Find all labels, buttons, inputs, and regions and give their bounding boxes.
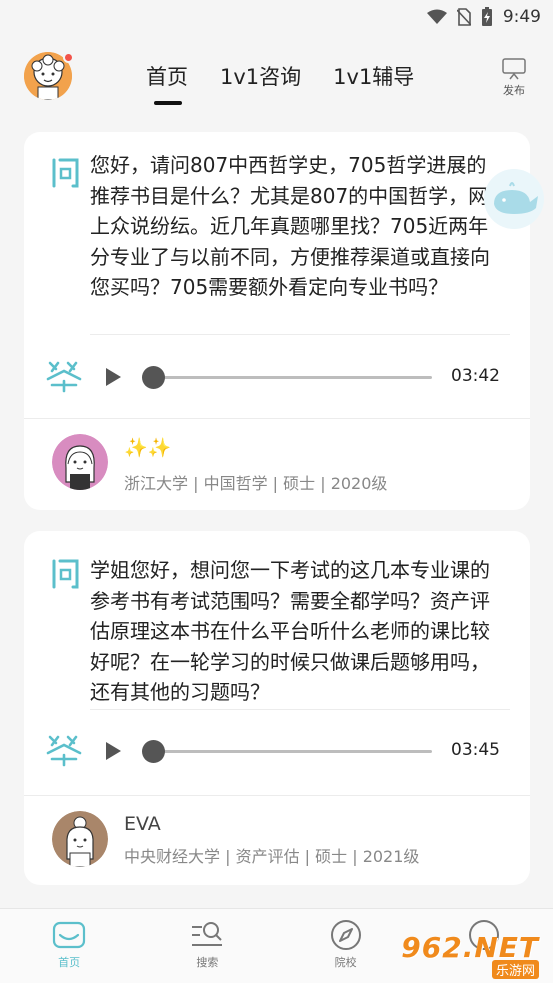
site-watermark-logo: 962.NET 乐游网 bbox=[401, 931, 547, 979]
divider bbox=[90, 334, 510, 335]
author-info: 浙江大学 | 中国哲学 | 硕士 | 2020级 bbox=[124, 474, 388, 493]
author-name: ✨✨ bbox=[124, 437, 172, 459]
author-row[interactable]: EVA 中央财经大学 | 资产评估 | 硕士 | 2021级 bbox=[24, 799, 530, 879]
question-icon bbox=[52, 158, 79, 188]
top-header: 首页 1v1咨询 1v1辅导 发布 bbox=[0, 34, 553, 114]
whale-sticker-icon bbox=[484, 169, 544, 229]
audio-progress-track[interactable] bbox=[154, 376, 432, 379]
notification-dot bbox=[63, 52, 74, 63]
tab-home[interactable]: 首页 bbox=[146, 61, 188, 105]
audio-answer: 03:42 bbox=[24, 357, 530, 397]
audio-progress-knob[interactable] bbox=[142, 366, 165, 389]
nav-search-label: 搜索 bbox=[196, 956, 219, 969]
question-text: 您好，请问807中西哲学史，705哲学进展的推荐书目是什么？尤其是807的中国哲… bbox=[90, 153, 490, 299]
nav-search[interactable]: 搜索 bbox=[138, 909, 276, 983]
divider bbox=[24, 795, 530, 796]
author-name: EVA bbox=[124, 813, 161, 835]
battery-charging-icon bbox=[481, 7, 492, 26]
play-button[interactable] bbox=[106, 368, 121, 386]
search-icon bbox=[192, 922, 223, 946]
nav-schools[interactable]: 院校 bbox=[277, 909, 415, 983]
question-icon bbox=[52, 559, 79, 589]
user-avatar[interactable] bbox=[24, 52, 74, 100]
publish-label: 发布 bbox=[503, 84, 525, 97]
bottom-nav: 首页 搜索 院校 962.NET 乐游网 bbox=[0, 908, 553, 983]
author-info: 中央财经大学 | 资产评估 | 硕士 | 2021级 bbox=[124, 847, 420, 866]
audio-progress-knob[interactable] bbox=[142, 740, 165, 763]
audio-progress-track[interactable] bbox=[154, 750, 432, 753]
answer-icon bbox=[46, 361, 82, 393]
play-button[interactable] bbox=[106, 742, 121, 760]
status-time: 9:49 bbox=[502, 7, 541, 27]
audio-duration: 03:45 bbox=[451, 740, 500, 760]
publish-button[interactable]: 发布 bbox=[499, 58, 529, 98]
home-icon bbox=[53, 921, 86, 949]
divider bbox=[24, 418, 530, 419]
question-text: 学姐您好，想问您一下考试的这几本专业课的参考书有考试范围吗？需要全都学吗？资产评… bbox=[90, 558, 490, 704]
tab-1v1-consult[interactable]: 1v1咨询 bbox=[220, 61, 301, 101]
author-row[interactable]: ✨✨ 浙江大学 | 中国哲学 | 硕士 | 2020级 bbox=[24, 422, 530, 502]
compass-icon bbox=[330, 920, 361, 950]
top-tabs: 首页 1v1咨询 1v1辅导 bbox=[146, 61, 414, 105]
watermark-caption: 乐游网 bbox=[491, 960, 539, 979]
audio-answer: 03:45 bbox=[24, 731, 530, 771]
publish-icon bbox=[502, 58, 526, 80]
qa-card[interactable]: 您好，请问807中西哲学史，705哲学进展的推荐书目是什么？尤其是807的中国哲… bbox=[24, 132, 544, 510]
nav-home-label: 首页 bbox=[58, 956, 81, 969]
author-avatar bbox=[52, 434, 108, 490]
qa-card[interactable]: 学姐您好，想问您一下考试的这几本专业课的参考书有考试范围吗？需要全都学吗？资产评… bbox=[24, 531, 530, 885]
status-bar: 9:49 bbox=[0, 0, 553, 34]
wifi-icon bbox=[426, 9, 447, 24]
nav-home[interactable]: 首页 bbox=[0, 909, 138, 983]
author-avatar bbox=[52, 811, 108, 867]
divider bbox=[90, 709, 510, 710]
answer-icon bbox=[46, 735, 82, 767]
no-sim-icon bbox=[456, 8, 471, 26]
nav-schools-label: 院校 bbox=[334, 956, 357, 969]
audio-duration: 03:42 bbox=[451, 366, 500, 386]
tab-1v1-tutoring[interactable]: 1v1辅导 bbox=[333, 61, 414, 101]
